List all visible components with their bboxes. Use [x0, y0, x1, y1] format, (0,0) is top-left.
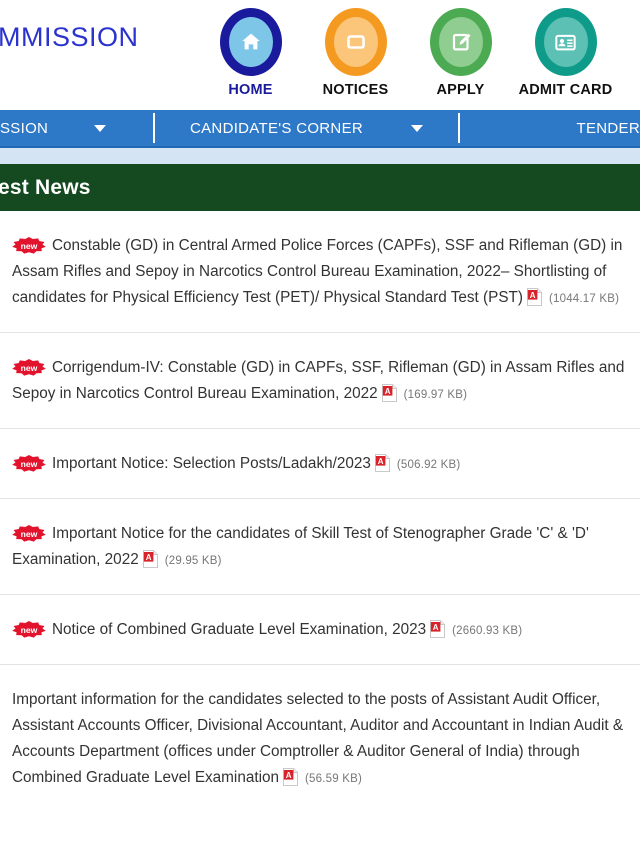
pdf-icon[interactable]: A: [430, 620, 446, 638]
news-item-text: Important Notice for the candidates of S…: [12, 525, 589, 568]
news-item-link[interactable]: Important information for the candidates…: [12, 687, 628, 792]
news-item-text: Notice of Combined Graduate Level Examin…: [52, 621, 427, 638]
pdf-icon[interactable]: A: [142, 550, 158, 568]
quicklink-notices[interactable]: NOTICES: [303, 8, 408, 98]
news-item-text: Corrigendum-IV: Constable (GD) in CAPFs,…: [12, 359, 625, 402]
news-item-link[interactable]: new Important Notice for the candidates o…: [12, 521, 628, 574]
home-circle: [219, 8, 282, 76]
news-item[interactable]: new Important Notice: Selection Posts/Lad…: [0, 429, 640, 499]
news-item-filesize: (506.92 KB): [396, 459, 461, 471]
notices-circle: [324, 8, 387, 76]
pdf-icon[interactable]: A: [381, 384, 397, 402]
quicklink-apply-label: APPLY: [436, 82, 485, 98]
pdf-icon[interactable]: A: [283, 768, 299, 786]
nav-bottom-strip: [0, 148, 640, 164]
news-item-filesize: (2660.93 KB): [452, 625, 523, 637]
quicklink-admit-card[interactable]: ADMIT CARD: [513, 8, 618, 98]
chevron-down-icon[interactable]: [411, 124, 423, 132]
svg-text:new: new: [21, 363, 38, 373]
apply-circle: [429, 8, 492, 76]
new-badge-icon: new: [12, 237, 46, 254]
pdf-icon[interactable]: A: [374, 454, 390, 472]
nav-item-admission-label: SSION: [0, 119, 49, 137]
latest-news-banner: est News: [0, 164, 640, 211]
svg-text:new: new: [21, 459, 38, 469]
svg-text:A: A: [384, 387, 390, 396]
news-item-link[interactable]: new Notice of Combined Graduate Level Exa…: [12, 617, 628, 644]
svg-text:A: A: [286, 771, 292, 780]
nav-item-candidates-corner-label: CANDIDATE'S CORNER: [190, 119, 363, 137]
nav-item-admission[interactable]: SSION: [0, 109, 153, 147]
news-item-filesize: (1044.17 KB): [548, 293, 620, 305]
quick-links-bar: HOME NOTICES APPLY ADMIT CARD: [198, 8, 618, 98]
svg-text:A: A: [530, 291, 536, 300]
svg-text:new: new: [21, 241, 38, 251]
site-header: MMISSION HOME NOTICES APPLY ADMIT CARD: [0, 0, 640, 110]
svg-text:new: new: [21, 529, 38, 539]
svg-text:A: A: [378, 457, 384, 466]
quicklink-notices-label: NOTICES: [322, 82, 389, 98]
site-title: MMISSION: [0, 22, 139, 52]
news-item-filesize: (169.97 KB): [403, 389, 468, 401]
admit-card-circle: [534, 8, 597, 76]
svg-text:A: A: [145, 553, 151, 562]
new-badge-icon: new: [12, 621, 46, 638]
news-item[interactable]: new Notice of Combined Graduate Level Exa…: [0, 595, 640, 665]
news-item[interactable]: new Important Notice for the candidates o…: [0, 499, 640, 595]
news-item[interactable]: new Corrigendum-IV: Constable (GD) in CAP…: [0, 333, 640, 429]
nav-item-tender-label: TENDER: [576, 119, 640, 137]
pdf-icon[interactable]: A: [526, 288, 542, 306]
quicklink-home[interactable]: HOME: [198, 8, 303, 98]
news-item-link[interactable]: new Important Notice: Selection Posts/Lad…: [12, 451, 628, 478]
page-root: MMISSION HOME NOTICES APPLY ADMIT CARD S…: [0, 0, 640, 853]
home-icon: [239, 30, 263, 54]
news-item-link[interactable]: new Corrigendum-IV: Constable (GD) in CAP…: [12, 355, 628, 408]
latest-news-list: new Constable (GD) in Central Armed Polic…: [0, 211, 640, 812]
nav-item-candidates-corner[interactable]: CANDIDATE'S CORNER: [155, 109, 458, 147]
admit-card-icon: [553, 30, 578, 55]
news-item-text: Important information for the candidates…: [12, 691, 624, 786]
svg-text:new: new: [21, 625, 38, 635]
latest-news-title: est News: [0, 175, 91, 199]
new-badge-icon: new: [12, 525, 46, 542]
nav-item-tender[interactable]: TENDER: [460, 109, 640, 147]
quicklink-home-label: HOME: [228, 82, 273, 98]
main-navigation: SSION CANDIDATE'S CORNER TENDER: [0, 110, 640, 148]
news-item[interactable]: new Constable (GD) in Central Armed Polic…: [0, 211, 640, 333]
svg-text:A: A: [433, 623, 439, 632]
news-item-text: Important Notice: Selection Posts/Ladakh…: [52, 455, 371, 472]
quicklink-apply[interactable]: APPLY: [408, 8, 513, 98]
quicklink-admit-card-label: ADMIT CARD: [518, 82, 613, 98]
news-item-filesize: (29.95 KB): [164, 555, 222, 567]
news-item-filesize: (56.59 KB): [305, 773, 362, 785]
new-badge-icon: new: [12, 455, 46, 472]
new-badge-icon: new: [12, 359, 46, 376]
news-item[interactable]: Important information for the candidates…: [0, 665, 640, 812]
chevron-down-icon[interactable]: [94, 124, 107, 132]
news-item-link[interactable]: new Constable (GD) in Central Armed Polic…: [12, 233, 628, 312]
apply-icon: [449, 30, 473, 54]
notices-icon: [344, 30, 368, 54]
